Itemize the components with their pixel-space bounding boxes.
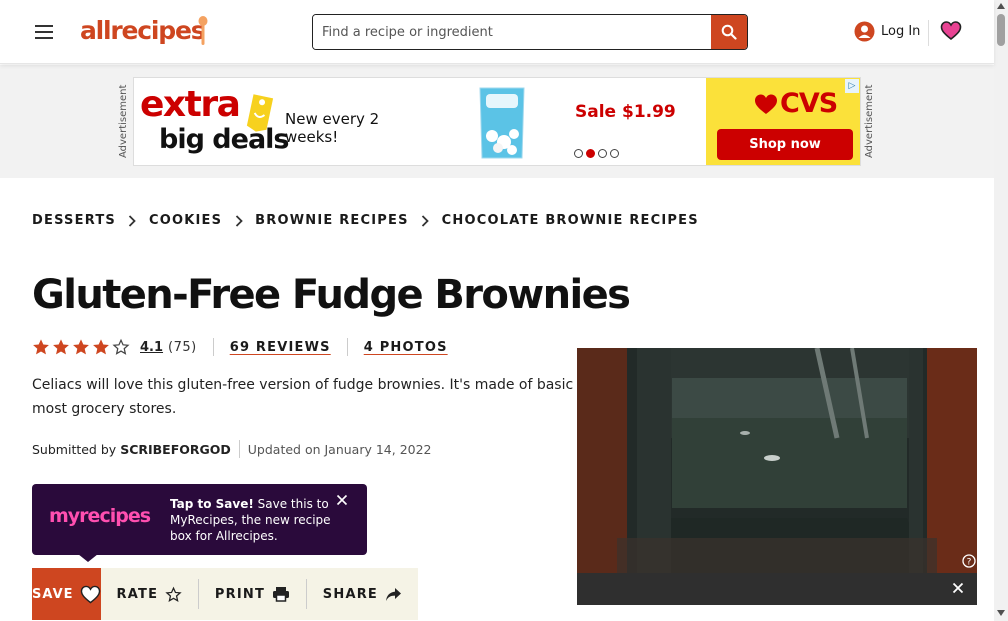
save-button[interactable]: SAVE <box>32 568 101 620</box>
myrecipes-tooltip: myrecipes Tap to Save! Save this to MyRe… <box>32 484 367 555</box>
search-icon <box>721 24 737 40</box>
tooltip-pointer <box>78 554 98 562</box>
scroll-up-arrow-icon[interactable] <box>997 3 1005 9</box>
author-link[interactable]: SCRIBEFORGOD <box>120 442 231 457</box>
print-button[interactable]: PRINT <box>199 568 306 620</box>
byline-divider <box>238 440 240 458</box>
breadcrumb-item-cookies[interactable]: COOKIES <box>149 213 222 228</box>
cvs-logo: CVS <box>754 88 838 119</box>
login-label: Log In <box>881 24 921 39</box>
submitted-label: Submitted by <box>32 441 117 457</box>
login-button[interactable]: Log In <box>854 21 920 42</box>
spoon-icon <box>198 16 208 45</box>
carousel-dot-active[interactable] <box>586 149 595 158</box>
carousel-dot[interactable] <box>574 149 583 158</box>
share-label: SHARE <box>322 586 378 602</box>
star-outline-icon <box>165 586 182 602</box>
rate-button[interactable]: RATE <box>101 568 199 620</box>
share-arrow-icon <box>386 587 401 601</box>
star-full-icon <box>53 339 69 355</box>
scroll-down-arrow-icon[interactable] <box>997 610 1005 616</box>
print-label: PRINT <box>214 586 266 602</box>
close-icon[interactable] <box>951 581 965 595</box>
myrecipes-message: Tap to Save! Save this to MyRecipes, the… <box>170 496 340 544</box>
scrollbar[interactable] <box>994 0 1008 621</box>
reviews-link[interactable]: 69 REVIEWS <box>230 340 331 355</box>
user-icon <box>854 21 875 42</box>
heart-outline-icon <box>80 585 100 603</box>
chevron-right-icon <box>409 214 442 227</box>
video-frame <box>577 348 977 573</box>
byline: Submitted by SCRIBEFORGOD Updated on Jan… <box>32 440 432 458</box>
rating-count: (75) <box>168 339 197 355</box>
chevron-right-icon <box>222 214 255 227</box>
product-image <box>479 87 525 159</box>
recipe-action-bar: SAVE RATE PRINT SHARE <box>32 568 418 620</box>
star-full-icon <box>33 339 49 355</box>
breadcrumb-item-chocolate-brownie-recipes[interactable]: CHOCOLATE BROWNIE RECIPES <box>442 213 699 228</box>
star-full-icon <box>73 339 89 355</box>
site-logo[interactable]: allrecipes <box>80 16 206 45</box>
advertisement[interactable]: extra big deals New every 2 weeks! Sale … <box>133 77 861 166</box>
myrecipes-logo: myrecipes <box>49 505 151 527</box>
page: allrecipes Log In <box>0 0 1008 621</box>
ad-carousel-dots <box>574 149 619 158</box>
menu-icon[interactable] <box>35 25 53 39</box>
ad-headline-big-deals: big deals <box>159 124 289 155</box>
breadcrumb-item-desserts[interactable]: DESSERTS <box>32 213 116 228</box>
ad-label-left: Advertisement <box>118 84 129 158</box>
rate-label: RATE <box>116 586 159 602</box>
breadcrumb: DESSERTS COOKIES BROWNIE RECIPES CHOCOLA… <box>32 213 699 228</box>
ad-shop-now-button[interactable]: Shop now <box>717 129 853 160</box>
rating-value[interactable]: 4.1 <box>140 340 163 355</box>
breadcrumb-item-brownie-recipes[interactable]: BROWNIE RECIPES <box>255 213 408 228</box>
star-full-icon <box>93 339 109 355</box>
adchoices-icon[interactable]: ▷ <box>845 79 859 93</box>
save-label: SAVE <box>32 586 74 602</box>
carousel-dot[interactable] <box>610 149 619 158</box>
photos-link[interactable]: 4 PHOTOS <box>364 340 448 355</box>
search-button[interactable] <box>711 15 747 49</box>
recipe-title: Gluten-Free Fudge Brownies <box>32 272 631 318</box>
ad-tagline: New every 2 weeks! <box>285 110 380 146</box>
search-bar <box>312 14 748 50</box>
rating-divider <box>346 338 348 356</box>
ad-sale-price: Sale $1.99 <box>575 102 676 122</box>
heart-icon[interactable] <box>940 20 962 42</box>
ad-label-right: Advertisement <box>864 84 875 158</box>
close-icon[interactable] <box>334 492 350 508</box>
video-player[interactable]: ? <box>577 348 977 605</box>
carousel-dot[interactable] <box>598 149 607 158</box>
header-divider <box>928 20 929 46</box>
video-control-bar <box>577 573 977 605</box>
star-empty-icon <box>112 338 130 355</box>
heart-logo-icon <box>755 94 777 114</box>
rating-row: 4.1 (75) 69 REVIEWS 4 PHOTOS <box>32 337 448 357</box>
cvs-brand-text: CVS <box>780 88 838 119</box>
search-input[interactable] <box>313 15 711 49</box>
star-rating[interactable] <box>32 338 130 356</box>
scrollbar-thumb[interactable] <box>997 14 1005 46</box>
chevron-right-icon <box>116 214 149 227</box>
recipe-description-container: Celiacs will love this gluten-free versi… <box>32 373 577 421</box>
myrecipes-message-bold: Tap to Save! <box>170 497 254 511</box>
updated-date: Updated on January 14, 2022 <box>247 441 432 457</box>
printer-icon <box>273 587 290 602</box>
help-icon[interactable]: ? <box>962 554 976 568</box>
share-button[interactable]: SHARE <box>307 568 418 620</box>
ad-headline-extra: extra <box>140 84 241 125</box>
recipe-description: Celiacs will love this gluten-free versi… <box>32 377 577 417</box>
rating-divider <box>212 338 214 356</box>
site-header: allrecipes Log In <box>0 0 994 64</box>
svg-text:?: ? <box>967 558 972 568</box>
